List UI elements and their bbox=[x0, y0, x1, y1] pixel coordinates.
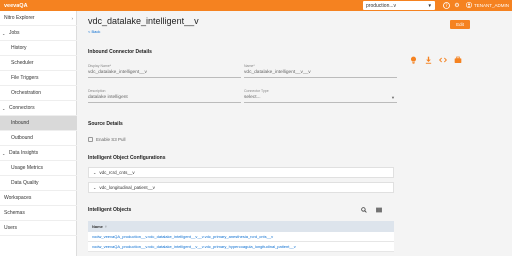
chevron-down-icon: ⌄ bbox=[2, 150, 6, 156]
sidebar-group-jobs[interactable]: ⌄ Jobs bbox=[0, 26, 77, 41]
arrow-up-icon[interactable]: ↑ bbox=[105, 224, 107, 229]
sidebar-item-label: Workspaces bbox=[4, 195, 32, 201]
object-link[interactable]: vodw_veevaQA_production__v.vdc_datalake_… bbox=[92, 234, 273, 239]
sidebar-item-label: Inbound bbox=[11, 120, 30, 126]
sidebar-group-data-insights[interactable]: ⌄ Data Insights bbox=[0, 146, 77, 161]
sidebar-item-label: File Triggers bbox=[11, 75, 39, 81]
sidebar-item-data-quality[interactable]: Data Quality bbox=[0, 176, 77, 191]
config-accordion-item[interactable]: ⌄ vdc_rcrd_cnts__v bbox=[88, 167, 394, 178]
bulb-icon[interactable] bbox=[409, 56, 417, 64]
brand-logo[interactable]: veevaQA bbox=[0, 3, 28, 9]
checkbox-label: Enable S3 Pull bbox=[96, 136, 126, 142]
display-name-field[interactable]: Display Name* vdc_datalake_intelligent__… bbox=[88, 64, 241, 78]
chevron-right-icon: › bbox=[71, 15, 74, 21]
user-menu[interactable]: TENANT_ADMIN bbox=[466, 1, 509, 10]
field-label: Name* bbox=[244, 64, 255, 68]
sidebar-item-outbound[interactable]: Outbound bbox=[0, 131, 77, 146]
sidebar-item-label: Data Insights bbox=[9, 150, 39, 156]
top-bar: veevaQA production...v ▼ ? ⚙ TENANT_ADMI… bbox=[0, 0, 512, 11]
back-link[interactable]: < Back bbox=[88, 29, 100, 34]
connector-type-select[interactable]: Connector Type select... ▼ bbox=[244, 89, 397, 103]
environment-value: production...v bbox=[366, 2, 397, 9]
sidebar-item-users[interactable]: Users bbox=[0, 221, 77, 236]
field-label: Display Name* bbox=[88, 64, 112, 68]
svg-text:?: ? bbox=[445, 3, 447, 8]
table-header: Name ↑ bbox=[88, 221, 394, 232]
sidebar-group-connectors[interactable]: ⌄ Connectors bbox=[0, 101, 77, 116]
field-label: Description bbox=[88, 89, 106, 93]
sidebar-item-label: Users bbox=[4, 225, 18, 231]
code-icon[interactable] bbox=[439, 56, 447, 64]
chevron-down-icon: ⌄ bbox=[2, 30, 6, 36]
page-title: vdc_datalake_intelligent__v bbox=[88, 16, 199, 26]
chevron-down-icon: ⌄ bbox=[93, 185, 97, 190]
sidebar-item-label: Data Quality bbox=[11, 180, 39, 186]
sidebar-item-scheduler[interactable]: Scheduler bbox=[0, 56, 77, 71]
table-row[interactable]: vodw_veevaQA_production__v.vdc_datalake_… bbox=[88, 232, 394, 242]
user-name: TENANT_ADMIN bbox=[474, 3, 510, 8]
user-avatar-icon bbox=[466, 2, 472, 9]
section-heading-intelligent-objects: Intelligent Objects bbox=[88, 207, 132, 213]
edit-button[interactable]: Edit bbox=[450, 20, 470, 29]
sidebar-item-label: Jobs bbox=[9, 30, 20, 36]
sidebar-item-inbound[interactable]: Inbound bbox=[0, 116, 77, 131]
environment-select[interactable]: production...v ▼ bbox=[363, 1, 435, 10]
sidebar-item-label: Outbound bbox=[11, 135, 33, 141]
search-icon[interactable] bbox=[360, 207, 367, 214]
config-accordion-label: vdc_longitudinal_patient__v bbox=[99, 185, 155, 190]
sidebar-item-label: Scheduler bbox=[11, 60, 34, 66]
enable-s3-pull-checkbox[interactable] bbox=[88, 137, 93, 142]
sidebar-item-schemas[interactable]: Schemas bbox=[0, 206, 77, 221]
section-heading-configurations: Intelligent Object Configurations bbox=[88, 155, 166, 161]
chevron-down-icon: ⌄ bbox=[2, 105, 6, 111]
config-accordion-label: vdc_rcrd_cnts__v bbox=[99, 170, 135, 175]
section-heading-source-details: Source Details bbox=[88, 121, 123, 127]
sidebar-item-label: Orchestration bbox=[11, 90, 42, 96]
sidebar-item-orchestration[interactable]: Orchestration bbox=[0, 86, 77, 101]
chevron-down-icon: ▼ bbox=[427, 3, 432, 8]
field-value: vdc_datalake_intelligent__v__v bbox=[244, 70, 311, 75]
section-heading-inbound-details: Inbound Connector Details bbox=[88, 49, 152, 55]
table-row[interactable]: vodw_veevaQA_production__v.vdc_datalake_… bbox=[88, 242, 394, 252]
chevron-down-icon: ▼ bbox=[391, 95, 395, 100]
object-link[interactable]: vodw_veevaQA_production__v.vdc_datalake_… bbox=[92, 244, 296, 249]
sidebar-item-file-triggers[interactable]: File Triggers bbox=[0, 71, 77, 86]
field-value: select... bbox=[244, 95, 261, 100]
field-value: datalake intelligent bbox=[88, 95, 128, 100]
sidebar-item-label: Nitro Explorer bbox=[4, 15, 35, 21]
sidebar-item-nitro-explorer[interactable]: Nitro Explorer › bbox=[0, 11, 77, 26]
main-content: vdc_datalake_intelligent__v < Back Edit … bbox=[78, 11, 512, 256]
gear-icon[interactable]: ⚙ bbox=[453, 2, 461, 10]
download-icon[interactable] bbox=[424, 56, 432, 64]
sidebar-item-label: Connectors bbox=[9, 105, 35, 111]
field-label: Connector Type bbox=[244, 89, 269, 93]
field-value: vdc_datalake_intelligent__v bbox=[88, 70, 147, 75]
sidebar: Nitro Explorer › ⌄ Jobs History Schedule… bbox=[0, 11, 77, 256]
sidebar-item-usage-metrics[interactable]: Usage Metrics bbox=[0, 161, 77, 176]
chevron-down-icon: ⌄ bbox=[93, 170, 97, 175]
sidebar-item-label: Schemas bbox=[4, 210, 25, 216]
sidebar-item-history[interactable]: History bbox=[0, 41, 77, 56]
config-accordion-item[interactable]: ⌄ vdc_longitudinal_patient__v bbox=[88, 182, 394, 193]
columns-icon[interactable] bbox=[375, 207, 382, 214]
sidebar-item-label: Usage Metrics bbox=[11, 165, 43, 171]
name-field[interactable]: Name* vdc_datalake_intelligent__v__v bbox=[244, 64, 397, 78]
sidebar-item-workspaces[interactable]: Workspaces bbox=[0, 191, 77, 206]
description-field[interactable]: Description datalake intelligent bbox=[88, 89, 241, 103]
briefcase-icon[interactable] bbox=[454, 56, 462, 64]
help-icon[interactable]: ? bbox=[442, 1, 450, 10]
column-header-name[interactable]: Name bbox=[92, 224, 103, 229]
sidebar-item-label: History bbox=[11, 45, 27, 51]
